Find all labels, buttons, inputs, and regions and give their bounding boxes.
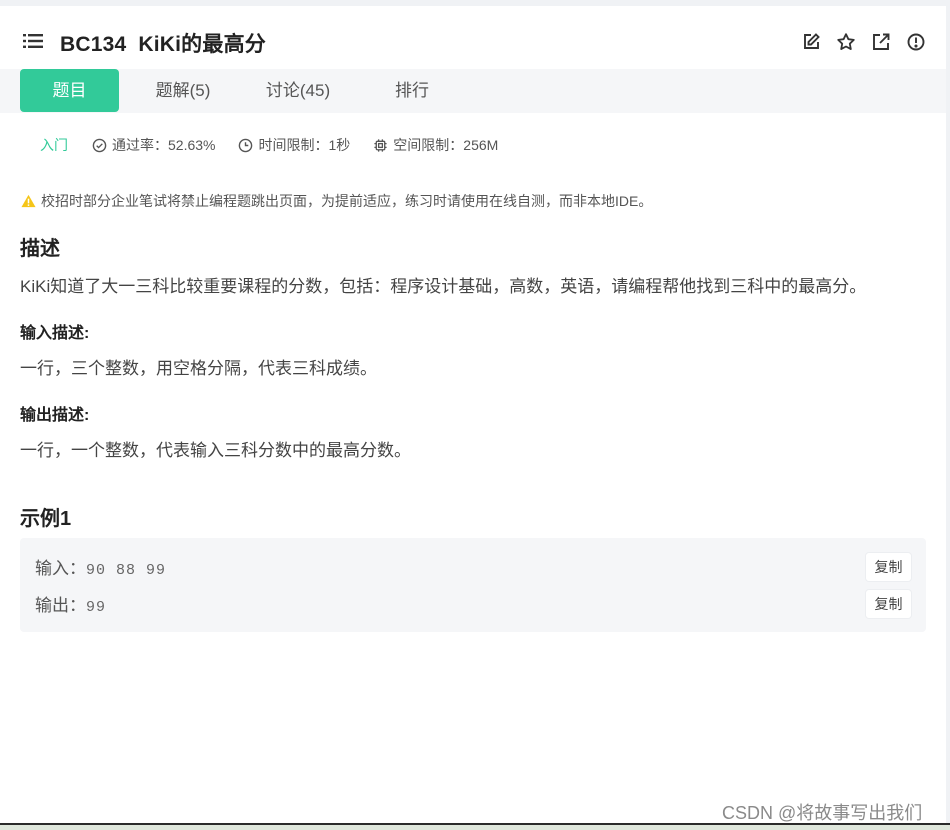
- output-desc-heading: 输出描述:: [20, 407, 90, 424]
- problem-code: BC134: [60, 33, 127, 56]
- description-heading: 描述: [20, 238, 60, 260]
- example-input-value: 90 88 99: [86, 562, 167, 579]
- problem-header: BC134 KiKi的最高分: [0, 6, 946, 70]
- bottom-strip: [0, 825, 950, 830]
- clock-icon: [239, 138, 253, 152]
- chip-icon: [374, 138, 387, 152]
- report-icon[interactable]: [906, 32, 926, 52]
- tab-discussion[interactable]: 讨论(45): [252, 69, 344, 112]
- check-circle-icon: [92, 138, 107, 152]
- example-block: 输入：90 88 99 复制 输出：99 复制: [20, 538, 926, 632]
- warning-icon: [21, 194, 36, 208]
- star-icon[interactable]: [836, 32, 856, 52]
- notice-text: 校招时部分企业笔试将禁止编程题跳出页面，为提前适应，练习时请使用在线自测，而非本…: [41, 193, 653, 209]
- list-menu-icon[interactable]: [23, 33, 43, 49]
- page-title: BC134 KiKi的最高分: [60, 28, 266, 58]
- pass-rate: 通过率：52.63%: [92, 135, 215, 155]
- example-output: 输出：99: [35, 591, 106, 616]
- example-input: 输入：90 88 99: [35, 554, 166, 579]
- tab-solutions[interactable]: 题解(5): [138, 69, 228, 112]
- problem-title: KiKi的最高分: [138, 33, 266, 56]
- watermark: CSDN @将故事写出我们: [722, 803, 923, 823]
- example-output-value: 99: [86, 599, 107, 616]
- example-input-label: 输入：: [35, 559, 86, 578]
- tab-ranking[interactable]: 排行: [377, 69, 447, 112]
- example-output-label: 输出：: [35, 596, 86, 615]
- problem-tabs: 题目 题解(5) 讨论(45) 排行: [0, 69, 946, 113]
- input-desc-text: 一行，三个整数，用空格分隔，代表三科成绩。: [20, 359, 377, 378]
- tab-problem[interactable]: 题目: [20, 69, 119, 112]
- edit-icon[interactable]: [801, 32, 821, 52]
- memory-limit-text: 空间限制：256M: [393, 137, 499, 153]
- problem-card: BC134 KiKi的最高分 题目 题解(5) 讨论(45) 排行 入门 通过率…: [0, 6, 946, 824]
- copy-input-button[interactable]: 复制: [866, 553, 911, 581]
- notice-banner: 校招时部分企业笔试将禁止编程题跳出页面，为提前适应，练习时请使用在线自测，而非本…: [21, 191, 652, 211]
- copy-output-button[interactable]: 复制: [866, 590, 911, 618]
- memory-limit: 空间限制：256M: [373, 135, 498, 155]
- pass-rate-text: 通过率：52.63%: [112, 137, 216, 153]
- difficulty-badge: 入门: [40, 137, 68, 153]
- time-limit: 时间限制：1秒: [238, 135, 350, 155]
- time-limit-text: 时间限制：1秒: [258, 137, 351, 153]
- open-external-icon[interactable]: [871, 32, 891, 52]
- description-text: KiKi知道了大一三科比较重要课程的分数，包括：程序设计基础，高数，英语，请编程…: [20, 277, 867, 296]
- example-heading: 示例1: [20, 508, 72, 530]
- output-desc-text: 一行，一个整数，代表输入三科分数中的最高分数。: [20, 441, 411, 460]
- problem-meta: 入门 通过率：52.63% 时间限制：1秒 空间限制：256M: [40, 135, 521, 155]
- input-desc-heading: 输入描述:: [20, 325, 90, 342]
